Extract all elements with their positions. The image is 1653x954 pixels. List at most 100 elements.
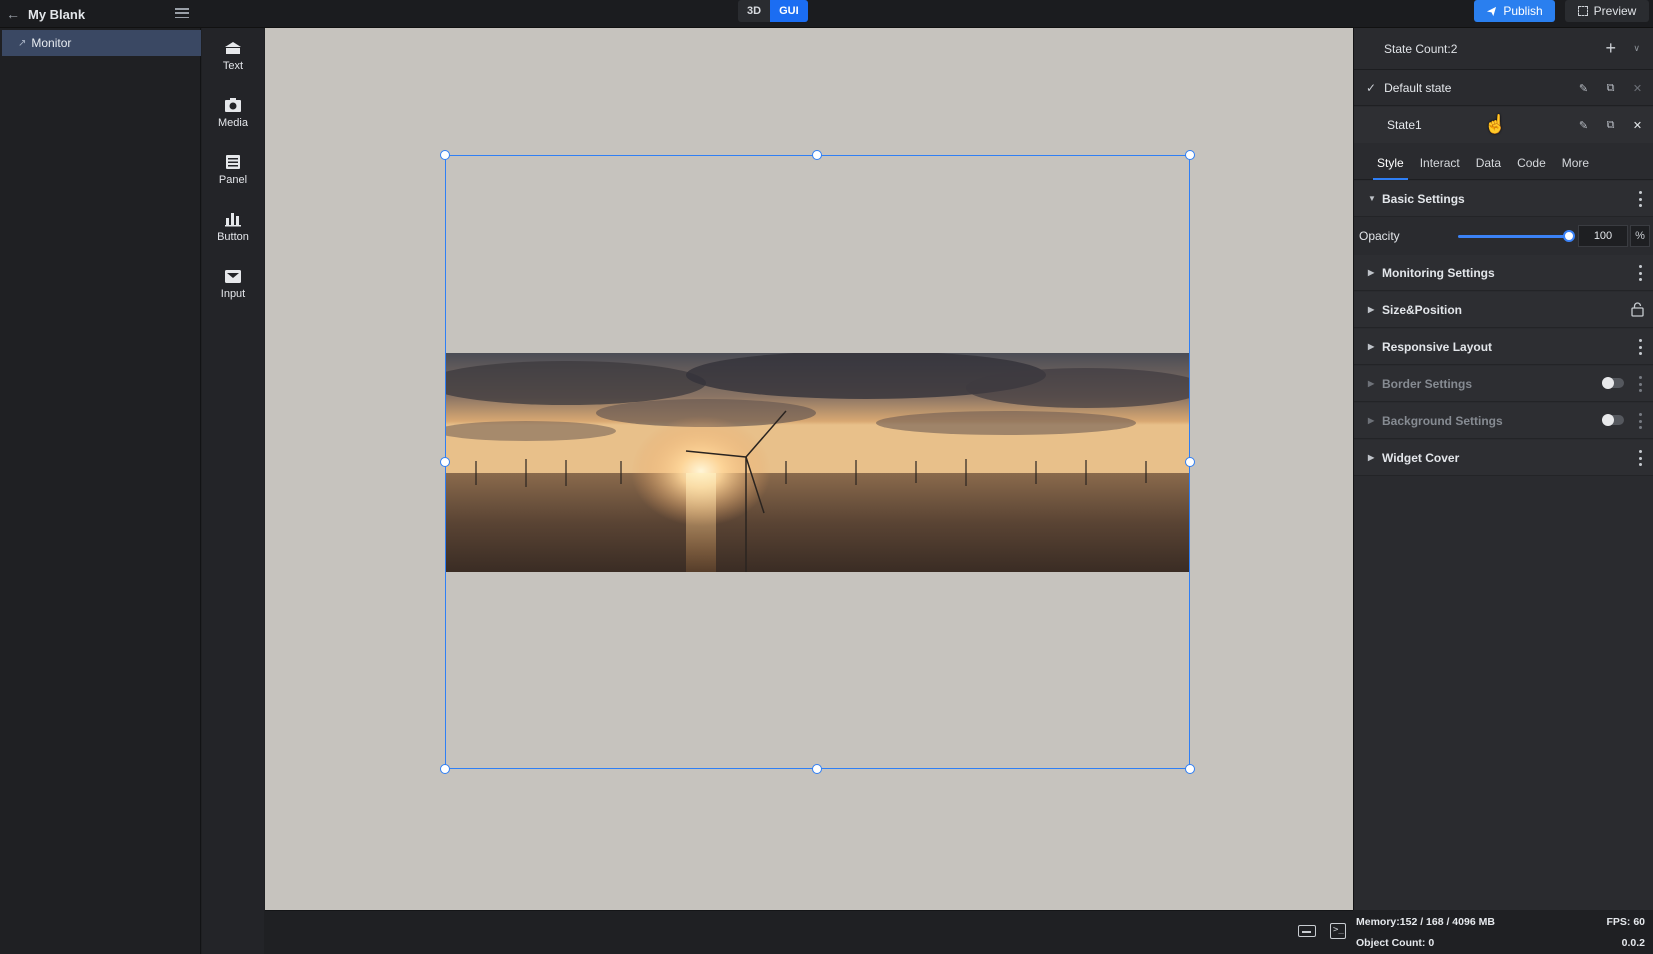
media-icon	[223, 96, 243, 114]
lock-icon[interactable]	[1631, 302, 1644, 317]
tab-data[interactable]: Data	[1468, 146, 1509, 180]
kebab-menu-icon[interactable]	[1638, 339, 1642, 355]
tab-interact[interactable]: Interact	[1412, 146, 1468, 180]
opacity-input[interactable]: 100	[1578, 225, 1628, 247]
layer-chart-icon: ↗	[18, 37, 27, 49]
paper-plane-icon	[1487, 6, 1497, 16]
terminal-icon[interactable]: >_	[1330, 923, 1346, 939]
app-title: My Blank	[28, 6, 86, 22]
resize-handle-top-right[interactable]	[1185, 150, 1195, 160]
caret-right-icon: ▶	[1368, 416, 1375, 425]
caret-right-icon: ▶	[1368, 268, 1375, 277]
state-row-default[interactable]: ✓ Default state ✎ ⧉ ✕	[1354, 70, 1653, 106]
kebab-menu-icon[interactable]	[1638, 376, 1642, 392]
preview-button[interactable]: Preview	[1565, 0, 1649, 22]
section-label: Widget Cover	[1382, 450, 1460, 465]
resize-handle-left[interactable]	[440, 457, 450, 467]
caret-right-icon: ▶	[1368, 379, 1375, 388]
layer-item-label: Monitor	[31, 36, 72, 50]
panel-icon	[223, 153, 243, 171]
state-label: Default state	[1384, 80, 1452, 95]
property-tabs: Style Interact Data Code More	[1354, 146, 1653, 180]
widget-panel[interactable]: Panel	[202, 144, 264, 194]
caret-right-icon: ▶	[1368, 305, 1375, 314]
layer-item-monitor[interactable]: ↗ Monitor	[2, 30, 201, 56]
tab-more[interactable]: More	[1554, 146, 1597, 180]
copy-icon[interactable]: ⧉	[1604, 119, 1617, 132]
kebab-menu-icon[interactable]	[1638, 450, 1642, 466]
section-background-settings[interactable]: ▶ Background Settings	[1354, 403, 1653, 439]
opacity-slider-handle[interactable]	[1563, 230, 1575, 242]
resize-handle-right[interactable]	[1185, 457, 1195, 467]
back-arrow-icon[interactable]: ←	[6, 7, 20, 21]
resize-handle-bottom-right[interactable]	[1185, 764, 1195, 774]
fullscreen-icon	[1577, 6, 1588, 16]
check-icon: ✓	[1366, 80, 1377, 95]
widget-toolbar: Text Media Panel Button Input	[202, 28, 264, 954]
section-widget-cover[interactable]: ▶ Widget Cover	[1354, 440, 1653, 476]
widget-media-label: Media	[218, 116, 248, 129]
section-label: Responsive Layout	[1382, 339, 1493, 354]
status-bar: Memory:152 / 168 / 4096 MB FPS: 60 Objec…	[1353, 910, 1653, 954]
opacity-row: Opacity 100 %	[1354, 218, 1653, 254]
add-state-icon[interactable]: +	[1605, 39, 1616, 57]
opacity-unit: %	[1630, 225, 1650, 247]
edit-icon[interactable]: ✎	[1577, 82, 1590, 95]
mode-gui-button[interactable]: GUI	[770, 0, 808, 22]
state-count-row: State Count:2 + ∨	[1354, 28, 1653, 70]
mode-toggle: 3D GUI	[738, 0, 808, 22]
border-toggle[interactable]	[1602, 377, 1624, 389]
kebab-menu-icon[interactable]	[1638, 191, 1642, 207]
tab-style[interactable]: Style	[1369, 146, 1412, 180]
kebab-menu-icon[interactable]	[1638, 413, 1642, 429]
widget-media[interactable]: Media	[202, 87, 264, 137]
section-label: Background Settings	[1382, 413, 1503, 428]
title-area: ← My Blank	[0, 0, 201, 28]
resize-handle-top[interactable]	[812, 150, 822, 160]
publish-button[interactable]: Publish	[1474, 0, 1555, 22]
caret-down-icon: ▼	[1368, 194, 1376, 203]
preview-label: Preview	[1593, 4, 1637, 18]
edit-icon[interactable]: ✎	[1577, 119, 1590, 132]
memory-status: Memory:152 / 168 / 4096 MB	[1356, 916, 1495, 928]
resize-handle-top-left[interactable]	[440, 150, 450, 160]
section-basic-settings[interactable]: ▼ Basic Settings	[1354, 181, 1653, 217]
opacity-label: Opacity	[1359, 229, 1400, 243]
widget-text[interactable]: Text	[202, 30, 264, 80]
section-size-position[interactable]: ▶ Size&Position	[1354, 292, 1653, 328]
state-count-label: State Count:2	[1384, 41, 1458, 56]
canvas-bottom-strip	[265, 910, 1353, 954]
widget-panel-label: Panel	[218, 173, 248, 186]
section-label: Monitoring Settings	[1382, 265, 1495, 280]
resize-handle-bottom-left[interactable]	[440, 764, 450, 774]
caret-right-icon: ▶	[1368, 453, 1375, 462]
widget-text-label: Text	[222, 59, 244, 72]
close-icon[interactable]: ✕	[1631, 82, 1644, 95]
fps-status: FPS: 60	[1606, 916, 1645, 928]
section-border-settings[interactable]: ▶ Border Settings	[1354, 366, 1653, 402]
button-icon	[223, 210, 243, 228]
resize-handle-bottom[interactable]	[812, 764, 822, 774]
kebab-menu-icon[interactable]	[1638, 265, 1642, 281]
section-responsive-layout[interactable]: ▶ Responsive Layout	[1354, 329, 1653, 365]
chevron-down-icon[interactable]: ∨	[1633, 43, 1640, 54]
opacity-slider-track[interactable]	[1458, 235, 1568, 238]
hamburger-menu-icon[interactable]	[175, 6, 189, 20]
background-toggle[interactable]	[1602, 414, 1624, 426]
copy-icon[interactable]: ⧉	[1604, 82, 1617, 95]
input-icon	[223, 267, 243, 285]
tab-code[interactable]: Code	[1509, 146, 1554, 180]
hand-cursor-icon: ☝	[1484, 114, 1507, 134]
properties-panel: State Count:2 + ∨ ✓ Default state ✎ ⧉ ✕ …	[1353, 28, 1653, 954]
state-label: State1	[1387, 118, 1422, 132]
section-label: Border Settings	[1382, 376, 1473, 391]
keyboard-icon[interactable]	[1298, 925, 1316, 937]
mode-3d-button[interactable]: 3D	[738, 0, 770, 22]
widget-input[interactable]: Input	[202, 258, 264, 308]
layers-panel: ↗ Monitor	[0, 28, 201, 954]
selection-frame	[445, 155, 1190, 769]
section-monitoring-settings[interactable]: ▶ Monitoring Settings	[1354, 255, 1653, 291]
version-label: 0.0.2	[1621, 937, 1645, 949]
widget-button[interactable]: Button	[202, 201, 264, 251]
close-icon[interactable]: ✕	[1631, 119, 1644, 132]
